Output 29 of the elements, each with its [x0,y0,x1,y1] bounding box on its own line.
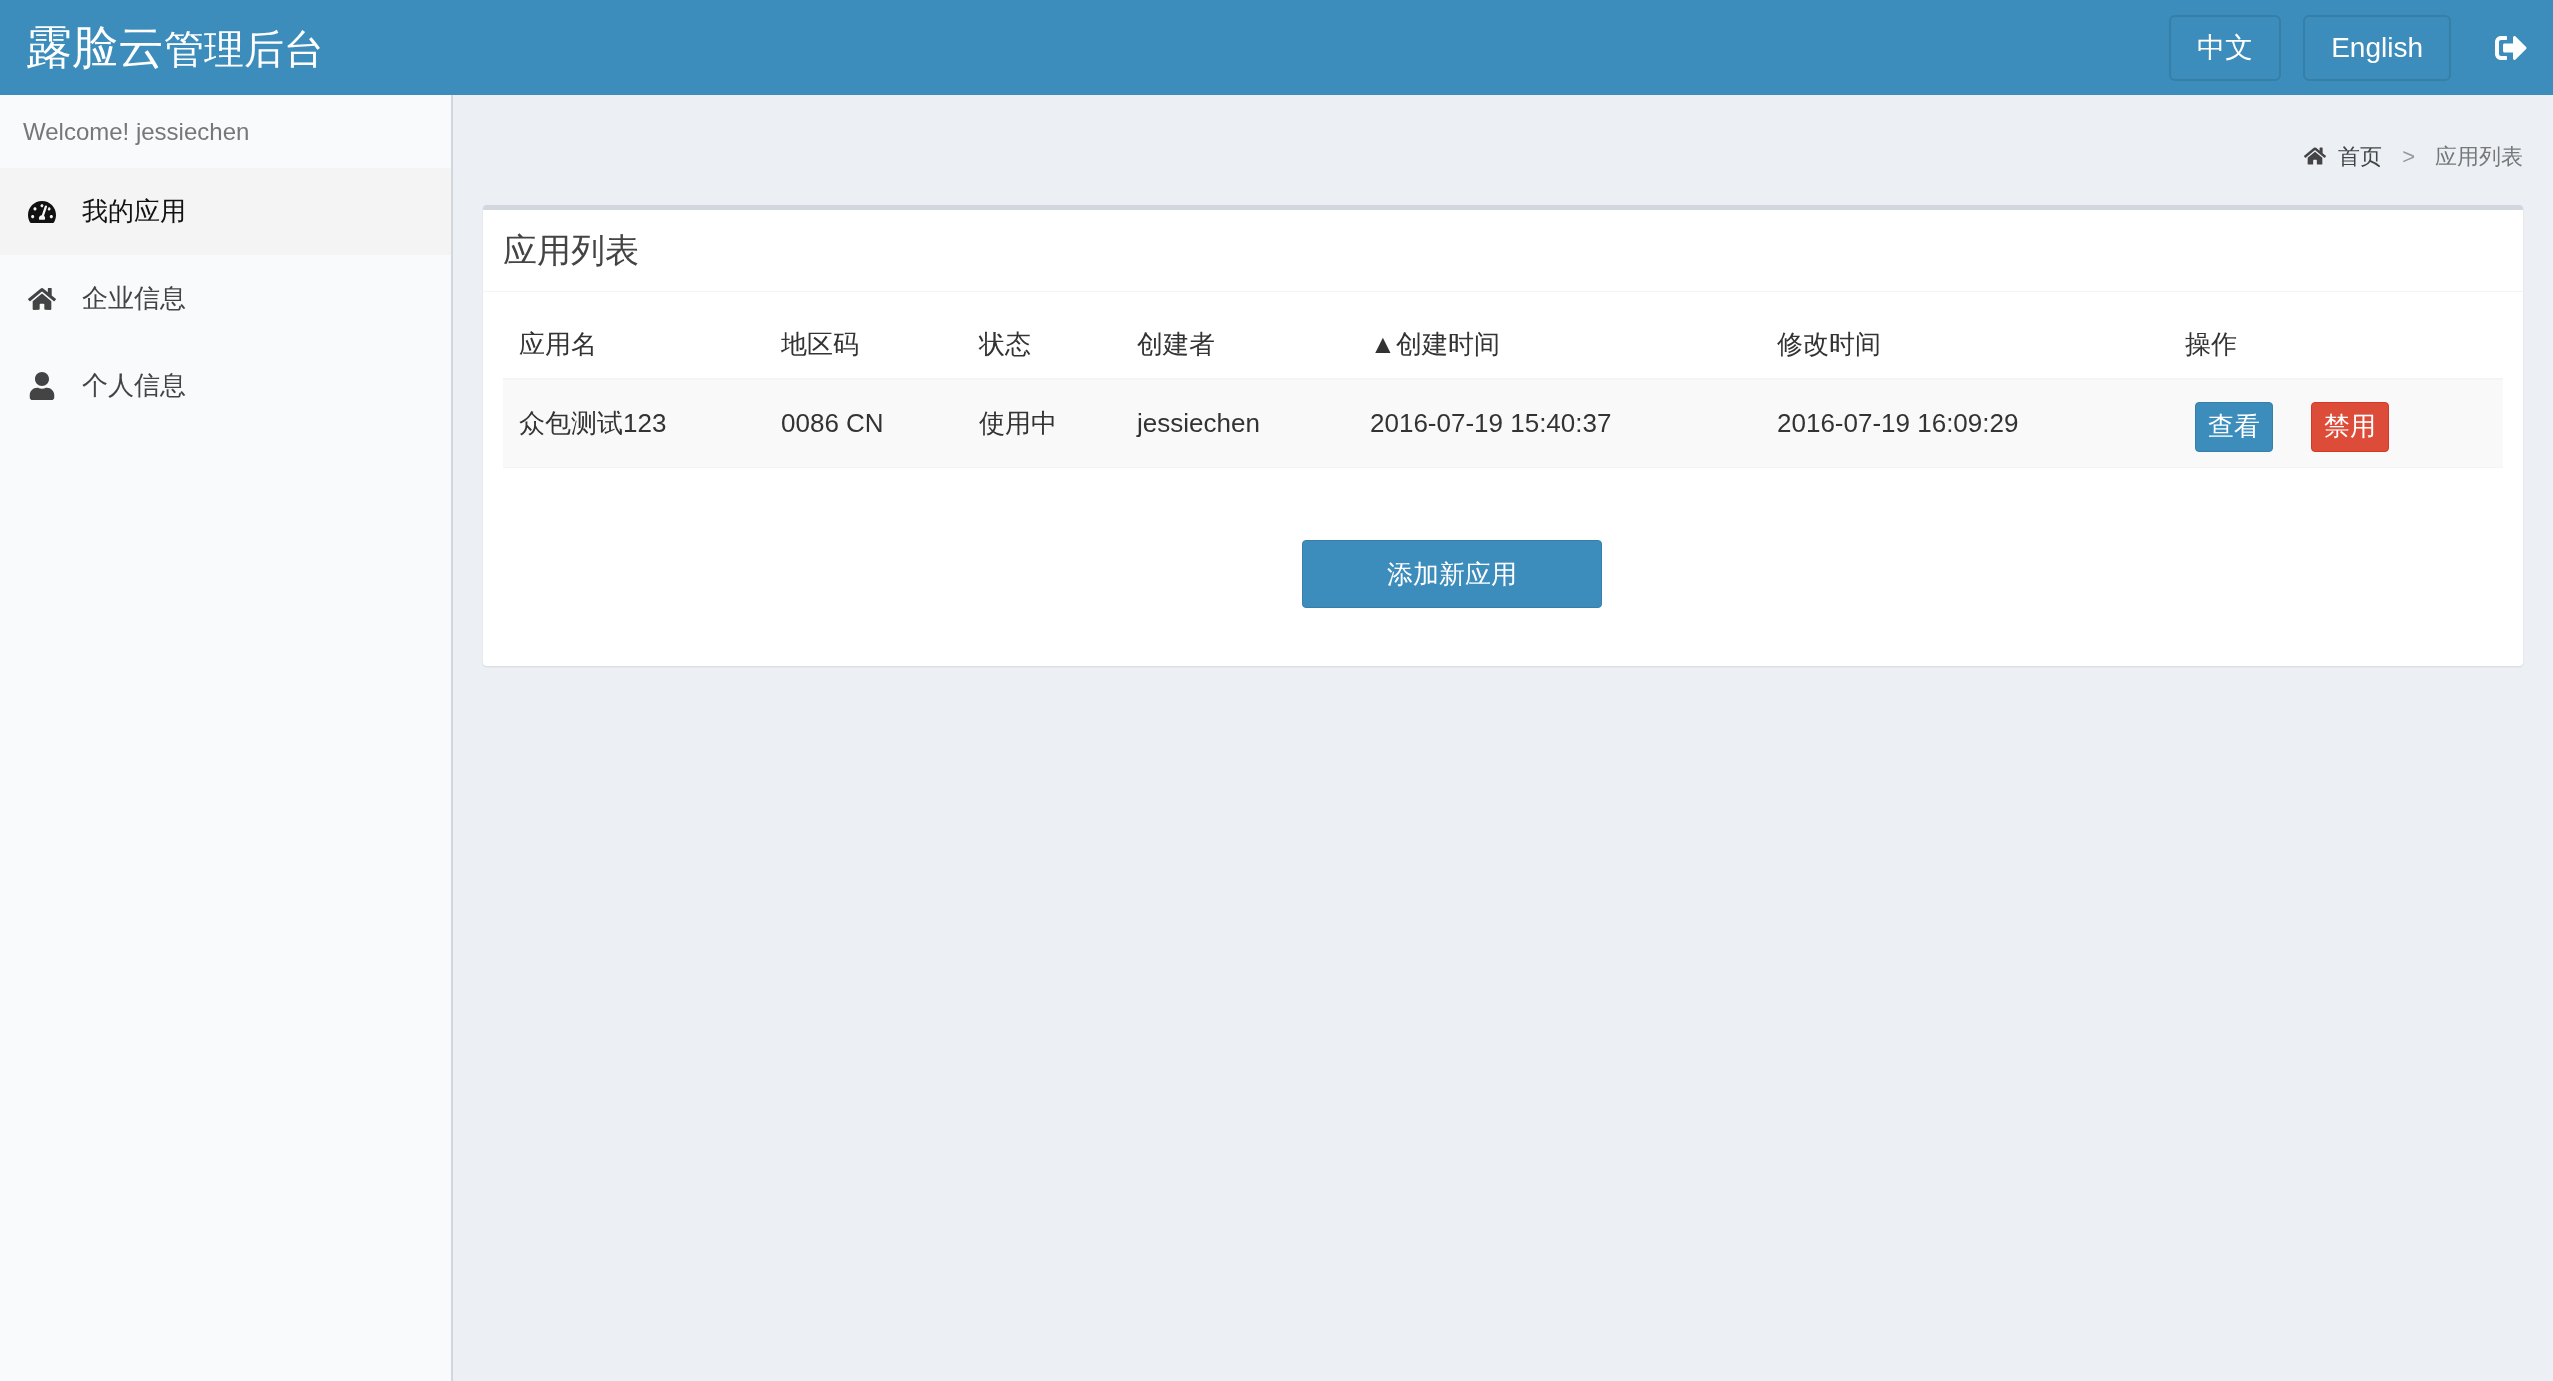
table-cell: 众包测试123 [519,408,667,438]
breadcrumb-separator: > [2401,142,2416,171]
add-app-button[interactable]: 添加新应用 [1302,540,1602,608]
column-header: 操作 [2185,328,2237,359]
app-title: 露脸云管理后台 [26,20,324,75]
column-header: 应用名 [519,328,597,359]
language-button[interactable]: 中文 [2169,14,2282,81]
table-cell: jessiechen [1137,408,1260,438]
column-header: 地区码 [781,328,859,359]
language-button[interactable]: English [2303,14,2451,81]
home-icon [2304,145,2327,167]
action-button[interactable]: 禁用 [2311,401,2389,452]
table-cell: 使用中 [979,408,1057,438]
table-cell: 0086 CN [781,408,884,438]
sidebar-item[interactable]: 个人信息 [0,342,451,429]
table-cell: 2016-07-19 15:40:37 [1370,408,1612,438]
column-header: ▲创建时间 [1370,328,1500,359]
breadcrumb-current: 应用列表 [2435,142,2523,171]
welcome-text: Welcome! jessiechen [23,116,250,147]
panel-title: 应用列表 [503,230,639,271]
breadcrumb-link[interactable]: 首页 [2338,139,2383,173]
column-header: 创建者 [1137,328,1215,359]
action-button[interactable]: 查看 [2195,401,2273,452]
column-header: 状态 [979,328,1031,359]
column-header: 修改时间 [1777,328,1881,359]
sidebar-item[interactable]: 企业信息 [0,255,451,342]
sidebar-item[interactable]: 我的应用 [0,168,451,255]
table-cell: 2016-07-19 16:09:29 [1777,408,2019,438]
user-icon [28,371,56,400]
